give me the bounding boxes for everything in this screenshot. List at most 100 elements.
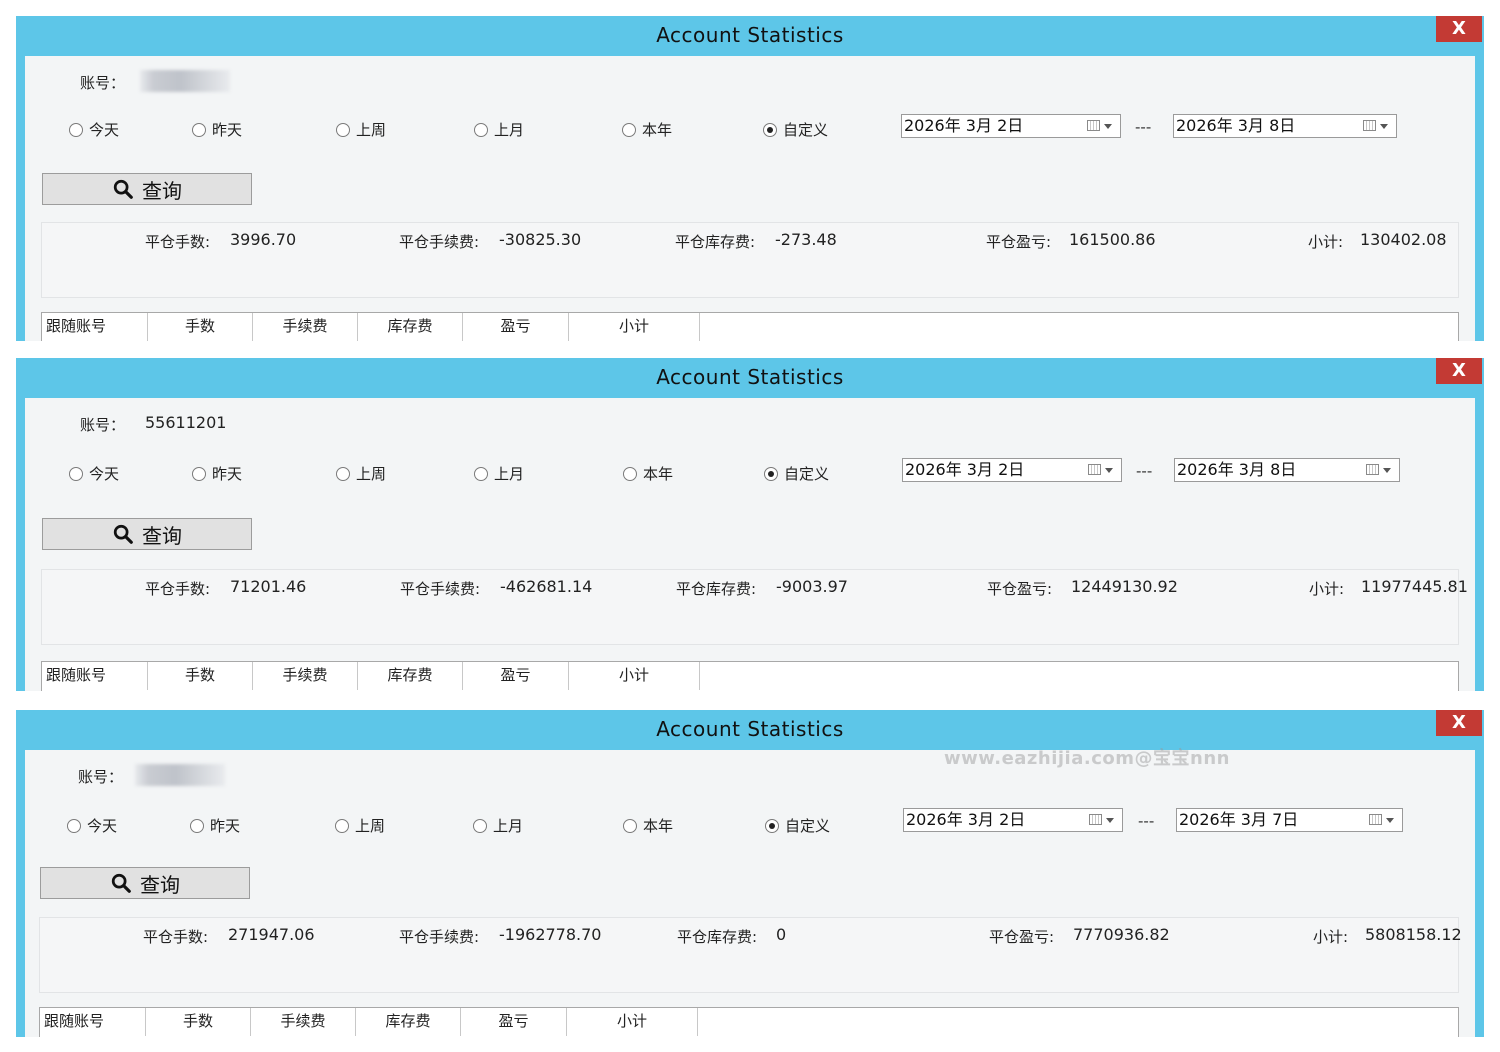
follower-table[interactable]: 跟随账号 手数 手续费 库存费 盈亏 小计 [41, 661, 1459, 691]
radio-dot [474, 466, 488, 481]
window-client: 账号： 55611201 今天 昨天 上周 上月 本年 自定义 2026年 3月… [25, 398, 1475, 691]
radio-today[interactable]: 今天 [69, 463, 119, 484]
radio-label: 今天 [89, 465, 120, 483]
chevron-down-icon [1106, 818, 1114, 823]
radio-last-week[interactable]: 上周 [336, 119, 386, 140]
radio-this-year[interactable]: 本年 [623, 463, 673, 484]
radio-last-week[interactable]: 上周 [336, 463, 386, 484]
column-header[interactable]: 小计 [567, 1008, 698, 1036]
query-button[interactable]: 查询 [42, 518, 252, 550]
lots-label: 平仓手数: [145, 580, 211, 598]
radio-last-month[interactable]: 上月 [473, 815, 523, 836]
calendar-icon [1089, 814, 1102, 825]
radio-dot [335, 818, 349, 833]
follower-table[interactable]: 跟随账号 手数 手续费 库存费 盈亏 小计 [39, 1007, 1459, 1037]
window-client: 账号： 今天 昨天 上周 上月 本年 自定义 2026年 3月 2日 --- 2… [25, 56, 1475, 341]
close-icon[interactable]: X [1436, 16, 1482, 42]
query-button[interactable]: 查询 [42, 173, 252, 205]
radio-label: 昨天 [212, 121, 243, 139]
close-icon[interactable]: X [1436, 710, 1482, 736]
radio-dot [473, 818, 487, 833]
radio-last-month[interactable]: 上月 [474, 463, 524, 484]
column-header[interactable]: 库存费 [358, 662, 463, 690]
search-icon [113, 179, 133, 199]
follower-table[interactable]: 跟随账号 手数 手续费 库存费 盈亏 小计 [41, 312, 1459, 341]
radio-today[interactable]: 今天 [69, 119, 119, 140]
date-from-picker[interactable]: 2026年 3月 2日 [902, 458, 1122, 482]
query-label: 查询 [140, 872, 180, 897]
radio-this-year[interactable]: 本年 [622, 119, 672, 140]
window-title: Account Statistics [656, 365, 844, 389]
column-header[interactable]: 盈亏 [461, 1008, 567, 1036]
radio-dot [623, 818, 637, 833]
stats-panel: 平仓手数: 3996.70 平仓手续费: -30825.30 平仓库存费: -2… [41, 222, 1459, 298]
pnl-label: 平仓盈亏: [987, 580, 1053, 598]
radio-label: 自定义 [783, 121, 829, 139]
date-to-text: 2026年 3月 7日 [1179, 810, 1299, 829]
column-header[interactable]: 手数 [148, 662, 253, 690]
radio-dot [765, 818, 779, 833]
radio-label: 今天 [89, 121, 120, 139]
column-header[interactable]: 手续费 [253, 662, 358, 690]
radio-dot [622, 122, 636, 137]
radio-this-year[interactable]: 本年 [623, 815, 673, 836]
radio-dot [192, 122, 206, 137]
radio-label: 本年 [642, 121, 673, 139]
radio-last-month[interactable]: 上月 [474, 119, 524, 140]
stats-panel: 平仓手数: 271947.06 平仓手续费: -1962778.70 平仓库存费… [39, 917, 1462, 993]
column-header[interactable]: 库存费 [356, 1008, 461, 1036]
account-statistics-window-2: Account Statistics X 账号： 55611201 今天 昨天 … [16, 358, 1484, 691]
account-label: 账号： [80, 416, 126, 434]
radio-dot [69, 466, 83, 481]
lots-value: 271947.06 [228, 925, 315, 944]
fee-value: -30825.30 [499, 230, 582, 249]
radio-yesterday[interactable]: 昨天 [192, 119, 242, 140]
column-header[interactable]: 手续费 [253, 313, 358, 341]
radio-last-week[interactable]: 上周 [335, 815, 385, 836]
window-title: Account Statistics [656, 23, 844, 47]
column-header[interactable]: 跟随账号 [42, 313, 148, 341]
column-header[interactable]: 小计 [569, 662, 700, 690]
date-to-text: 2026年 3月 8日 [1177, 460, 1297, 479]
column-header[interactable]: 盈亏 [463, 662, 569, 690]
radio-custom[interactable]: 自定义 [764, 463, 829, 484]
column-header[interactable]: 手数 [146, 1008, 251, 1036]
radio-label: 上月 [494, 465, 525, 483]
window-client: 账号： 今天 昨天 上周 上月 本年 自定义 2026年 3月 2日 --- 2… [25, 750, 1475, 1037]
calendar-icon [1088, 464, 1101, 475]
pnl-value: 7770936.82 [1073, 925, 1170, 944]
column-header[interactable]: 手数 [148, 313, 253, 341]
radio-yesterday[interactable]: 昨天 [192, 463, 242, 484]
lots-label: 平仓手数: [143, 928, 209, 946]
date-from-picker[interactable]: 2026年 3月 2日 [903, 808, 1123, 832]
column-header[interactable]: 手续费 [251, 1008, 356, 1036]
stats-panel: 平仓手数: 71201.46 平仓手续费: -462681.14 平仓库存费: … [41, 569, 1468, 645]
swap-label: 平仓库存费: [677, 928, 758, 946]
close-icon[interactable]: X [1436, 358, 1482, 384]
radio-label: 本年 [643, 465, 674, 483]
column-header[interactable]: 库存费 [358, 313, 463, 341]
radio-custom[interactable]: 自定义 [763, 119, 828, 140]
swap-value: -273.48 [775, 230, 837, 249]
column-header[interactable]: 盈亏 [463, 313, 569, 341]
radio-today[interactable]: 今天 [67, 815, 117, 836]
pnl-value: 161500.86 [1069, 230, 1156, 249]
subtotal-value: 130402.08 [1360, 230, 1447, 249]
query-button[interactable]: 查询 [40, 867, 250, 899]
swap-label: 平仓库存费: [675, 233, 756, 251]
radio-label: 本年 [643, 817, 674, 835]
date-to-picker[interactable]: 2026年 3月 7日 [1176, 808, 1403, 832]
account-value-blurred [140, 70, 230, 92]
date-to-picker[interactable]: 2026年 3月 8日 [1174, 458, 1400, 482]
column-header[interactable]: 跟随账号 [40, 1008, 146, 1036]
subtotal-value: 11977445.81 [1361, 577, 1468, 596]
radio-yesterday[interactable]: 昨天 [190, 815, 240, 836]
column-header[interactable]: 跟随账号 [42, 662, 148, 690]
calendar-icon [1366, 464, 1379, 475]
lots-label: 平仓手数: [145, 233, 211, 251]
radio-custom[interactable]: 自定义 [765, 815, 830, 836]
date-from-picker[interactable]: 2026年 3月 2日 [901, 114, 1121, 138]
subtotal-label: 小计: [1309, 580, 1345, 598]
column-header[interactable]: 小计 [569, 313, 700, 341]
date-to-picker[interactable]: 2026年 3月 8日 [1173, 114, 1397, 138]
